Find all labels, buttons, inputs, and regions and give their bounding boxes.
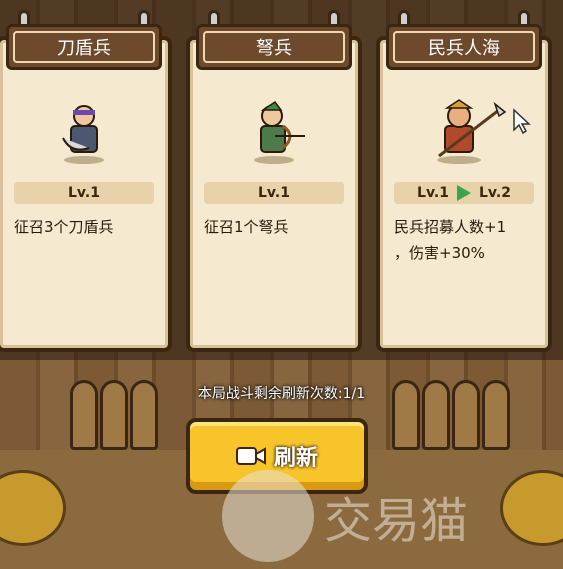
watermark-text: 交易猫	[324, 493, 469, 549]
card-title: 弩兵	[196, 24, 352, 70]
remaining-refresh-count: 本局战斗剩余刷新次数:1/1	[197, 386, 366, 402]
militia-general-icon	[437, 99, 507, 164]
card-title: 刀盾兵	[6, 24, 162, 70]
skill-card-militia[interactable]: 民兵人海 Lv.1 Lv.2 民兵招募人数+1 ，伤害+30%	[376, 10, 552, 352]
level-bar: Lv.1	[14, 182, 154, 204]
skill-card-shield-soldier[interactable]: 刀盾兵 Lv.1 征召3个刀盾兵	[0, 10, 172, 352]
level-bar: Lv.1 Lv.2	[394, 182, 534, 204]
card-description: 民兵招募人数+1 ，伤害+30%	[394, 218, 507, 262]
card-title: 民兵人海	[386, 24, 542, 70]
mouse-cursor-icon	[513, 108, 531, 134]
skill-card-crossbowman[interactable]: 弩兵 Lv.1 征召1个弩兵	[186, 10, 362, 352]
watermark: 交易猫	[222, 470, 468, 562]
card-description: 征召3个刀盾兵	[14, 218, 114, 236]
video-camera-icon	[235, 447, 266, 465]
refresh-button-label: 刷新	[273, 446, 318, 471]
upgrade-arrow-icon	[457, 185, 471, 201]
card-description: 征召1个弩兵	[204, 218, 289, 236]
level-bar: Lv.1	[204, 182, 344, 204]
crossbowman-icon	[254, 100, 305, 164]
watermark-cat-logo	[222, 470, 314, 562]
shield-soldier-icon	[62, 105, 104, 164]
